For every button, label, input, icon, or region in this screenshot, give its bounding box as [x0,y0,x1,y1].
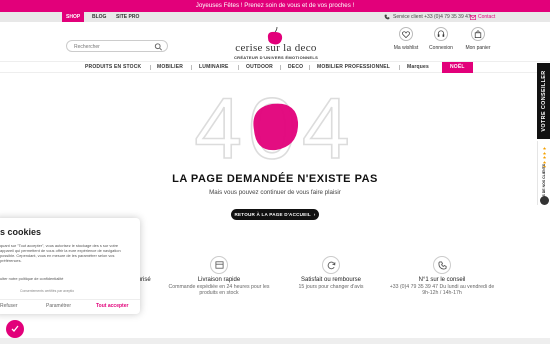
search-input[interactable]: Rechercher [66,40,168,52]
logo-name: cerise sur la deco [235,42,317,54]
nav-divider [309,65,310,70]
contact-link[interactable]: Contact [470,12,495,22]
mail-icon [470,14,476,20]
service-text: Service client +33 (0)4 79 35 39 47 [393,14,471,20]
nav-divider [399,65,400,70]
footer-strip [0,338,550,344]
cookie-consent-panel: s cookies quant sur "Tout accepter", vou… [0,218,140,314]
nav-divider [191,65,192,70]
cookie-settings-button[interactable] [6,320,24,338]
nav-item-mobilier[interactable]: MOBILIER [157,62,183,73]
search-placeholder: Rechercher [74,43,100,50]
feature-text: 15 jours pour changer d'avis [298,284,364,291]
box-icon [210,256,228,274]
site-logo[interactable]: cerise sur la deco CRÉATEUR D'UNIVERS ÉM… [228,26,324,62]
privacy-policy-link[interactable]: ulter notre politique de confidentialité [0,276,63,281]
logo-tagline: CRÉATEUR D'UNIVERS ÉMOTIONNELS [233,55,319,60]
nav-item-deco[interactable]: DECO [288,62,303,73]
advisor-tab[interactable]: VOTRE CONSEILLER [537,63,550,139]
contact-label: Contact [478,14,496,20]
back-home-label: RETOUR À LA PAGE D'ACCUEIL [234,212,311,217]
shop-link[interactable]: SHOP [62,12,85,22]
wishlist-label: Ma wishlist [393,45,419,51]
chevron-right-icon: › [312,212,316,217]
nav-item-outdoor[interactable]: OUTDOOR [246,62,273,73]
check-icon [11,325,19,332]
phone-icon [384,14,390,20]
search-icon[interactable] [154,42,163,51]
feature-advice: N°1 sur le conseil +33 (0)4 79 35 39 47 … [387,256,497,297]
error-subtitle: Mais vous pouvez continuer de vous faire… [209,189,341,196]
main-nav: PRODUITS EN STOCK MOBILIER LUMINAIRE OUT… [0,61,550,73]
back-home-button[interactable]: RETOUR À LA PAGE D'ACCUEIL › [231,209,319,220]
feature-title: Satisfait ou rembourse [300,277,362,283]
blog-link[interactable]: BLOG [88,12,110,22]
advisor-label: VOTRE CONSEILLER [540,70,547,132]
nav-divider [280,65,281,70]
reviews-tab[interactable]: ★ ★ ★ ★ ★ AVIS DE NOS CLIENTS [537,141,550,205]
feature-fast-delivery: Livraison rapide Commande expédiée en 24… [164,256,274,297]
login-button[interactable]: Connexion [421,27,461,51]
refuse-button[interactable]: Refuser [0,303,18,309]
heart-icon [399,27,413,41]
feature-text: Commande expédiée en 24 heures pour les … [168,284,270,297]
utility-bar: SHOP BLOG SITE PRO Service client +33 (0… [0,12,550,22]
cookie-buttons: Refuser Paramétrer Tout accepter [0,299,140,314]
nav-item-produits-en-stock[interactable]: PRODUITS EN STOCK [85,62,141,73]
nav-item-mobilier-professionnel[interactable]: MOBILIER PROFESSIONNEL [317,62,390,73]
login-label: Connexion [429,45,453,51]
nav-item-marques[interactable]: Marques [407,62,429,73]
cart-label: Mon panier [465,45,491,51]
phone-support-icon [433,256,451,274]
promo-bar: Joyeuses Fêtes ! Prenez soin de vous et … [0,0,550,12]
nav-divider [150,65,151,70]
axeptio-credit: Consentements certifiés par axeptio [20,289,75,293]
accept-all-button[interactable]: Tout accepter [96,303,128,309]
feature-title: Livraison rapide [197,277,241,283]
refresh-icon [322,256,340,274]
nav-item-luminaire[interactable]: LUMINAIRE [199,62,229,73]
error-404-graphic: 404 [193,88,350,168]
nav-divider [238,65,239,70]
headset-icon [434,27,448,41]
feature-refund: Satisfait ou rembourse 15 jours pour cha… [276,256,386,290]
nav-item-noel[interactable]: NOËL [442,62,473,73]
cart-button[interactable]: Mon panier [458,27,498,51]
cookie-text: quant sur "Tout accepter", vous autorise… [0,243,121,263]
wishlist-button[interactable]: Ma wishlist [386,27,426,51]
settings-button[interactable]: Paramétrer [46,303,71,309]
cookie-title: s cookies [0,227,42,237]
reviews-badge-icon [540,196,549,205]
bag-icon [471,27,485,41]
feature-text: +33 (0)4 79 35 39 47 Du lundi au vendred… [389,284,495,297]
site-pro-link[interactable]: SITE PRO [112,12,143,22]
feature-title: N°1 sur le conseil [418,277,466,283]
error-title: LA PAGE DEMANDÉE N'EXISTE PAS [172,173,378,185]
promo-text: Joyeuses Fêtes ! Prenez soin de vous et … [195,2,355,9]
customer-service[interactable]: Service client +33 (0)4 79 35 39 47 [384,12,471,22]
